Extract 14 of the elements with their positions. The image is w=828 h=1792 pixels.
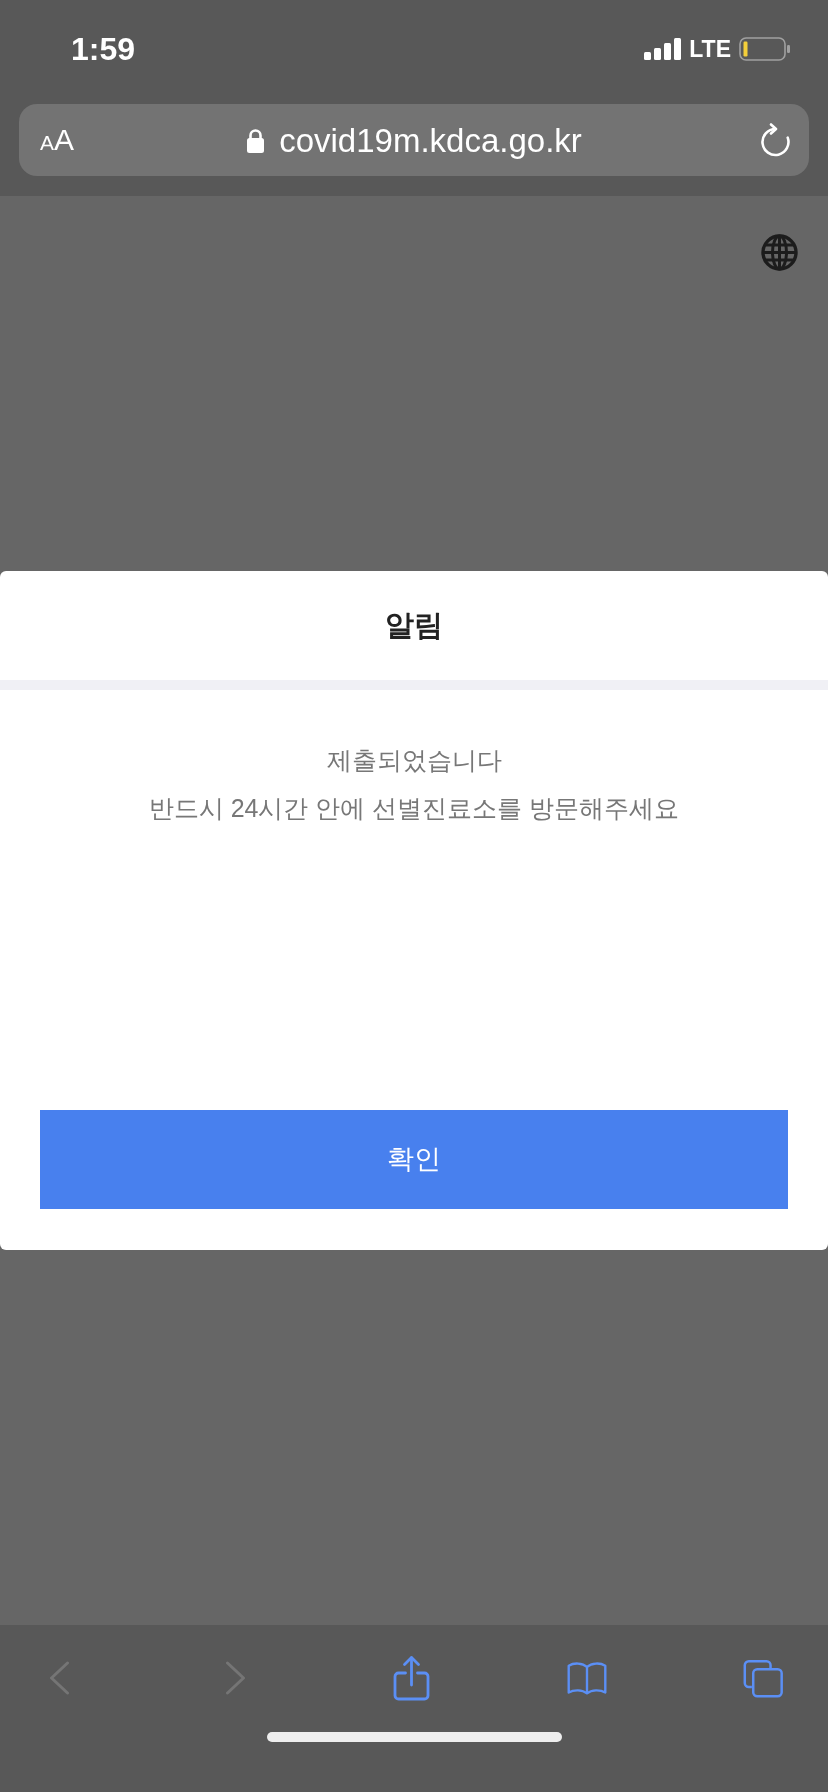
confirm-button[interactable]: 확인	[40, 1110, 788, 1209]
battery-icon	[739, 37, 791, 61]
share-icon[interactable]	[392, 1655, 430, 1701]
text-size-button[interactable]: AA	[40, 125, 75, 155]
signal-icon	[644, 38, 683, 60]
url-text[interactable]: covid19m.kdca.go.kr	[279, 123, 582, 157]
clock-time: 1:59	[71, 33, 136, 65]
dialog-message: 반드시 24시간 안에 선별진료소를 방문해주세요	[148, 792, 680, 824]
network-type: LTE	[689, 37, 731, 61]
reload-icon[interactable]	[759, 123, 792, 157]
address-bar[interactable]: AA covid19m.kdca.go.kr	[19, 104, 809, 176]
dialog-title: 알림	[385, 611, 443, 640]
dialog-message: 제출되었습니다	[326, 744, 502, 776]
globe-icon[interactable]	[761, 234, 798, 271]
